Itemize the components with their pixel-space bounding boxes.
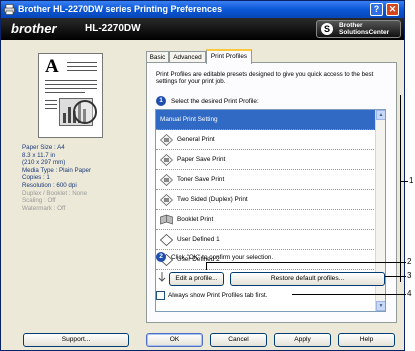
- profile-item[interactable]: General Print: [156, 130, 376, 150]
- apply-button[interactable]: Apply: [274, 333, 331, 347]
- printer-model: HL-2270DW: [85, 23, 141, 34]
- preview-text-line: [45, 92, 85, 93]
- printing-preferences-window: Brother HL-2270DW series Printing Prefer…: [0, 0, 405, 351]
- preview-text-line: [45, 100, 57, 101]
- cancel-button[interactable]: Cancel: [210, 333, 267, 347]
- profile-item-label: Two Sided (Duplex) Print: [177, 196, 248, 203]
- preview-letter: A: [45, 56, 59, 77]
- solutions-center-icon: S: [321, 23, 333, 35]
- preview-text-line: [67, 66, 97, 67]
- edit-arrow-icon: [158, 272, 166, 282]
- callout-3: 3: [407, 271, 412, 280]
- title-bar: Brother HL-2270DW series Printing Prefer…: [1, 1, 404, 18]
- always-show-checkbox[interactable]: [156, 291, 165, 300]
- diamond-printer-icon: [159, 154, 174, 166]
- close-button[interactable]: ✕: [386, 3, 399, 16]
- callout-1: 1: [409, 176, 414, 185]
- step-2-badge: 2: [156, 252, 166, 262]
- summary-line: Copies : 1: [22, 174, 50, 182]
- scroll-up-icon[interactable]: ▲: [376, 110, 385, 120]
- summary-line: (210 x 297 mm): [22, 159, 66, 167]
- profile-item-label: Paper Save Print: [177, 156, 226, 163]
- callout-line: [400, 181, 408, 182]
- magnifier-icon: [73, 100, 97, 124]
- preview-text-line: [45, 108, 57, 109]
- edit-profile-button[interactable]: Edit a profile...: [169, 272, 224, 286]
- profile-list-items: Manual Print Setting General Print Paper S…: [156, 110, 376, 270]
- brother-logo: brother: [11, 21, 57, 36]
- window-title: Brother HL-2270DW series Printing Prefer…: [18, 4, 223, 14]
- restore-default-profiles-button[interactable]: Restore default profiles...: [230, 272, 385, 286]
- profile-item-label: Manual Print Setting: [160, 116, 218, 123]
- callout-line: [206, 262, 207, 270]
- preview-text-line: [45, 80, 97, 81]
- support-button[interactable]: Support...: [23, 333, 129, 347]
- summary-line: 8.3 x 11.7 in: [22, 151, 56, 159]
- preview-text-line: [67, 62, 97, 63]
- summary-line: Duplex / Booklet : None: [22, 189, 88, 197]
- print-profiles-panel: Print Profiles are editable presets desi…: [146, 62, 397, 323]
- step-1-label: Select the desired Print Profile:: [171, 98, 259, 105]
- callout-line: [385, 276, 406, 277]
- scroll-down-icon[interactable]: ▼: [376, 301, 385, 311]
- profile-item[interactable]: Toner Save Print: [156, 170, 376, 190]
- profile-item[interactable]: Booklet Print: [156, 210, 376, 230]
- step-2-label: Click "OK" to confirm your selection.: [171, 254, 274, 261]
- profile-item[interactable]: User Defined 1: [156, 230, 376, 250]
- profile-item-label: General Print: [177, 136, 215, 143]
- profile-item-label: Toner Save Print: [177, 176, 225, 183]
- brand-bar: brother HL-2270DW S Brother SolutionsCen…: [1, 18, 404, 40]
- booklet-icon: [160, 214, 173, 226]
- callout-bracket: [400, 95, 401, 282]
- summary-line: Paper Size : A4: [22, 144, 65, 151]
- profile-item-label: Booklet Print: [177, 216, 214, 223]
- settings-summary: Paper Size : A4 8.3 x 11.7 in (210 x 297…: [22, 144, 132, 212]
- summary-line: Watermark : Off: [22, 204, 66, 212]
- solutions-center-button[interactable]: S Brother SolutionsCenter: [316, 20, 401, 38]
- always-show-label: Always show Print Profiles tab first.: [168, 292, 268, 299]
- page-preview: A: [38, 53, 103, 138]
- ok-button[interactable]: OK: [146, 333, 203, 347]
- callout-2: 2: [407, 257, 412, 266]
- profile-item[interactable]: Manual Print Setting: [156, 110, 376, 130]
- help-button[interactable]: Help: [338, 333, 395, 347]
- step-1-badge: 1: [156, 96, 166, 106]
- diamond-printer-icon: [159, 134, 174, 146]
- solutions-center-label: Brother SolutionsCenter: [339, 22, 390, 36]
- summary-line: Media Type : Plain Paper: [22, 166, 92, 174]
- intro-text: Print Profiles are editable presets desi…: [156, 71, 374, 86]
- tab-print-profiles[interactable]: Print Profiles: [206, 49, 252, 64]
- printer-icon: [4, 4, 15, 15]
- diamond-outline-icon: [159, 233, 174, 247]
- callout-line: [206, 262, 406, 263]
- profile-item[interactable]: Paper Save Print: [156, 150, 376, 170]
- profile-item-label: User Defined 1: [177, 236, 220, 243]
- diamond-printer-icon: [159, 174, 174, 186]
- summary-line: Scaling : Off: [22, 197, 56, 205]
- preview-text-line: [45, 104, 57, 105]
- preview-text-line: [45, 88, 97, 89]
- diamond-printer-icon: [159, 194, 174, 206]
- callout-line: [292, 294, 406, 295]
- preview-text-line: [45, 84, 97, 85]
- preview-text-line: [67, 70, 97, 71]
- summary-line: Resolution : 600 dpi: [22, 181, 77, 189]
- help-title-button[interactable]: ?: [370, 3, 383, 16]
- profile-item[interactable]: Two Sided (Duplex) Print: [156, 190, 376, 210]
- callout-4: 4: [407, 289, 412, 298]
